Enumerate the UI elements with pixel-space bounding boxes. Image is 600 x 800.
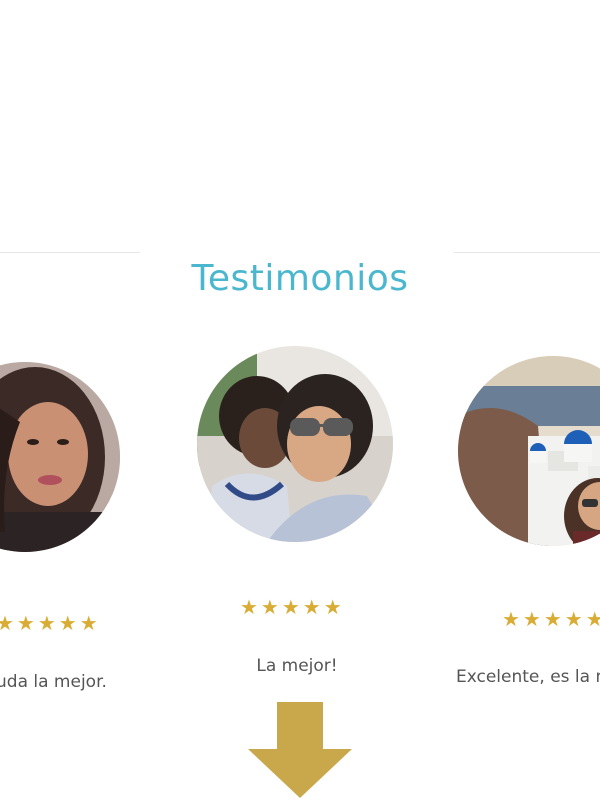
rating-stars-center: ★★★★★	[240, 597, 345, 617]
testimonial-photo-right	[458, 356, 600, 546]
testimonial-photo-center	[197, 346, 393, 542]
testimonial-photo-left	[0, 362, 120, 552]
rating-stars-left: ★★★★★	[0, 613, 101, 633]
testimonial-quote-right: Excelente, es la m	[456, 667, 600, 687]
arrow-down-icon[interactable]	[248, 702, 352, 798]
rating-stars-right: ★★★★★	[502, 609, 600, 629]
section-title: Testimonios	[191, 257, 409, 299]
star-rating-icons: ★★★★★	[240, 595, 345, 619]
title-divider-left	[0, 252, 140, 253]
testimonials-section: Testimonios ★★★★★ uda la mejor. ★★★★★ La…	[0, 0, 600, 800]
star-rating-icons: ★★★★★	[502, 607, 600, 631]
title-divider-right	[454, 252, 600, 253]
star-rating-icons: ★★★★★	[0, 611, 101, 635]
